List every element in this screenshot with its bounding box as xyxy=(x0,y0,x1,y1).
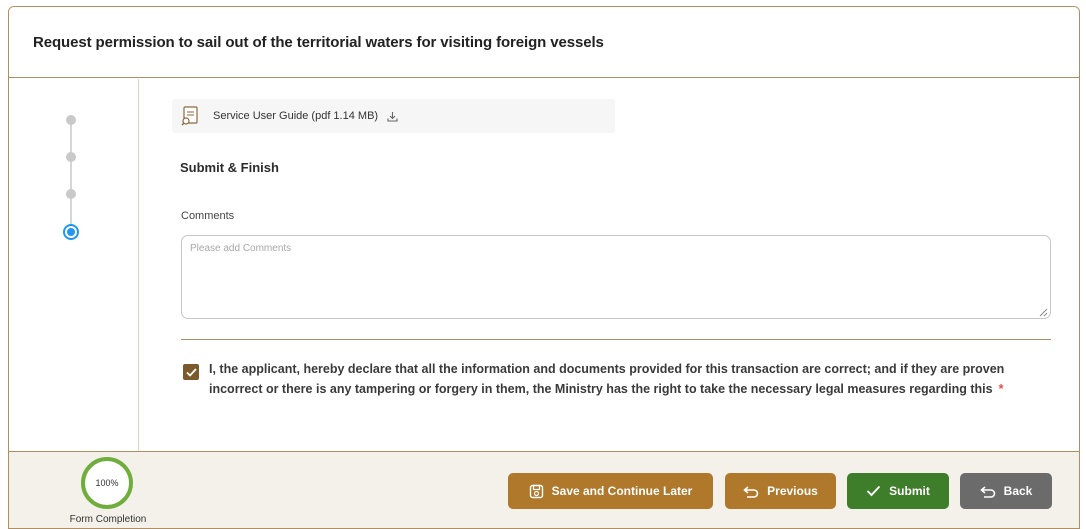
save-icon xyxy=(529,484,543,498)
step-2-dot[interactable] xyxy=(66,152,76,162)
declaration-text: I, the applicant, hereby declare that al… xyxy=(209,362,1005,396)
back-button-label: Back xyxy=(1003,484,1033,498)
required-marker: * xyxy=(998,382,1004,396)
previous-button-label: Previous xyxy=(767,484,818,498)
submit-button[interactable]: Submit xyxy=(847,473,949,509)
completion-percentage: 100% xyxy=(95,478,119,488)
step-4-active-dot[interactable] xyxy=(63,224,79,240)
comments-label: Comments xyxy=(181,210,235,222)
save-button-label: Save and Continue Later xyxy=(551,484,693,498)
document-icon xyxy=(181,106,198,126)
page-title: Request permission to sail out of the te… xyxy=(33,34,604,51)
submit-button-label: Submit xyxy=(889,484,930,498)
section-title: Submit & Finish xyxy=(180,160,279,175)
declaration-checkbox[interactable] xyxy=(183,364,199,380)
undo-arrow-icon xyxy=(743,485,759,498)
download-icon[interactable] xyxy=(387,111,398,122)
service-form-panel: Request permission to sail out of the te… xyxy=(8,6,1080,529)
step-1-dot[interactable] xyxy=(66,115,76,125)
service-user-guide-link[interactable]: Service User Guide (pdf 1.14 MB) xyxy=(172,99,615,133)
stepper-line xyxy=(70,117,72,229)
back-button[interactable]: Back xyxy=(960,473,1052,509)
section-divider xyxy=(181,339,1051,340)
declaration-label[interactable]: I, the applicant, hereby declare that al… xyxy=(209,359,1039,399)
completion-label: Form Completion xyxy=(69,514,147,525)
resize-grip-icon[interactable] xyxy=(1038,307,1048,317)
step-3-dot[interactable] xyxy=(66,189,76,199)
guide-label: Service User Guide (pdf 1.14 MB) xyxy=(213,110,379,122)
back-arrow-icon xyxy=(979,485,995,498)
comments-input[interactable] xyxy=(181,235,1051,319)
check-icon xyxy=(866,485,881,497)
save-and-continue-later-button[interactable]: Save and Continue Later xyxy=(508,473,713,509)
form-footer: 100% Form Completion Save and Continue L… xyxy=(9,451,1079,528)
previous-button[interactable]: Previous xyxy=(725,473,836,509)
progress-stepper xyxy=(9,79,139,452)
checkmark-icon xyxy=(185,367,197,377)
form-header: Request permission to sail out of the te… xyxy=(9,7,1079,78)
